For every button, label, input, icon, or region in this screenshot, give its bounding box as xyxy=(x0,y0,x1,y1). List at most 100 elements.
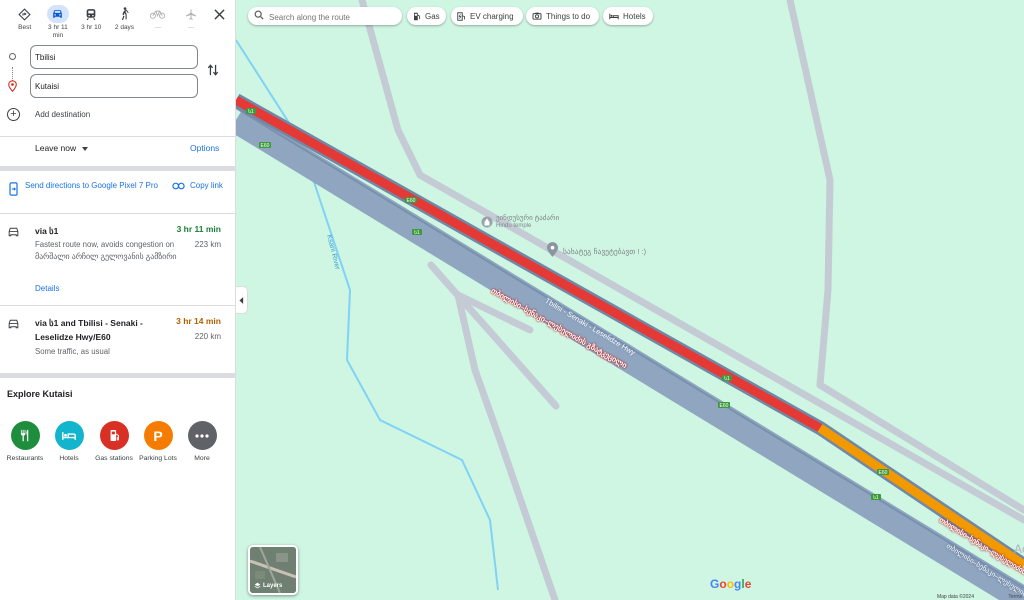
close-directions-button[interactable] xyxy=(210,8,228,23)
explore-title: Explore Kutaisi xyxy=(7,389,73,399)
svg-text:ს1: ს1 xyxy=(873,494,879,501)
chip-ev-charging[interactable]: EV charging xyxy=(451,7,523,25)
search-along-route[interactable] xyxy=(248,7,402,25)
mode-cycling[interactable]: — xyxy=(144,5,172,32)
restaurant-icon xyxy=(10,421,40,450)
chip-label: Gas xyxy=(425,11,440,21)
mode-flights[interactable]: — xyxy=(177,5,205,32)
chip-label: Hotels xyxy=(623,11,646,21)
route-duration: 3 hr 14 min xyxy=(176,316,221,326)
section-divider xyxy=(0,373,235,378)
leave-now-label: Leave now xyxy=(35,143,77,153)
explore-more-button[interactable]: More xyxy=(179,421,225,462)
poi-name: სახატეგ ჩავეტებავთ ! :) xyxy=(563,247,647,256)
options-button[interactable]: Options xyxy=(190,143,219,153)
highway-e60 xyxy=(236,108,1024,600)
collapse-panel-button[interactable] xyxy=(236,286,248,314)
origin-circle-icon xyxy=(9,53,16,60)
more-icon xyxy=(187,421,217,450)
svg-text:ს1: ს1 xyxy=(724,375,730,382)
svg-text:E60: E60 xyxy=(720,403,729,409)
train-icon xyxy=(80,5,102,23)
origin-row xyxy=(0,45,235,81)
chevron-left-icon xyxy=(239,296,244,304)
add-destination-label: Add destination xyxy=(35,110,91,119)
explore-label: Restaurants xyxy=(6,455,44,462)
car-icon xyxy=(8,319,19,329)
layers-icon xyxy=(254,582,261,589)
car-icon xyxy=(8,227,19,237)
gas-station-icon xyxy=(99,421,129,450)
explore-restaurants-button[interactable]: Restaurants xyxy=(2,421,48,462)
copy-link-button[interactable]: Copy link xyxy=(190,180,230,191)
send-to-phone-icon xyxy=(9,182,18,196)
explore-label: Gas stations xyxy=(95,455,133,462)
swap-locations-icon[interactable] xyxy=(207,63,219,77)
add-destination-button[interactable]: + Add destination xyxy=(0,106,235,124)
explore-label: Parking Lots xyxy=(139,455,177,462)
map-pin-icon xyxy=(547,242,558,257)
explore-label: More xyxy=(194,455,210,462)
mode-driving[interactable]: 3 hr 11 min xyxy=(44,5,72,40)
hotel-icon xyxy=(54,421,84,450)
map-layer: ს1 E60 E60 ს1 ს1 E60 E60 ს1 xyxy=(236,0,1024,600)
route-via: via ს1 xyxy=(35,226,59,236)
chip-label: Things to do xyxy=(546,11,591,21)
send-directions-section: Send directions to Google Pixel 7 Pro Co… xyxy=(0,176,235,212)
gas-station-icon xyxy=(413,12,421,21)
mode-transit-label: 3 hr 10 xyxy=(81,24,102,31)
chip-hotels[interactable]: Hotels xyxy=(603,7,653,25)
destination-pin-icon xyxy=(8,80,17,92)
chip-label: EV charging xyxy=(470,11,514,21)
map-data-attribution: Map data ©2024 xyxy=(936,594,974,600)
mode-cycling-label: — xyxy=(154,24,162,31)
bike-icon xyxy=(147,5,169,23)
mode-best[interactable]: Best xyxy=(11,5,39,32)
directions-panel: Best 3 hr 11 min 3 hr 10 2 days — — Tbil… xyxy=(0,0,236,600)
add-icon: + xyxy=(7,108,20,121)
temple-icon xyxy=(481,216,493,228)
chip-gas[interactable]: Gas xyxy=(407,7,446,25)
explore-gas-stations-button[interactable]: Gas stations xyxy=(91,421,137,462)
leave-now-dropdown[interactable]: Leave now xyxy=(35,143,89,153)
layers-label: Layers xyxy=(263,582,283,589)
diamond-directions-icon xyxy=(14,5,36,23)
origin-input[interactable] xyxy=(30,45,198,69)
map-canvas[interactable]: ს1 E60 E60 ს1 ს1 E60 E60 ს1 თბილისი–სენა… xyxy=(236,0,1024,600)
poi-name: ეინდუსური ტაძარი xyxy=(496,215,560,222)
ev-charging-icon xyxy=(457,11,466,21)
plane-icon xyxy=(180,5,202,23)
search-along-route-input[interactable] xyxy=(267,9,401,25)
local-roads xyxy=(358,0,1024,600)
divider xyxy=(0,213,235,214)
explore-hotels-button[interactable]: Hotels xyxy=(46,421,92,462)
route-details-link[interactable]: Details xyxy=(35,284,59,293)
chevron-down-icon xyxy=(82,146,89,151)
route-description: Some traffic, as usual xyxy=(35,347,110,356)
route-distance: 223 km xyxy=(194,240,221,249)
close-icon xyxy=(214,9,225,20)
route-description: Fastest route now, avoids congestion on … xyxy=(35,240,177,261)
svg-text:ს1: ს1 xyxy=(414,229,420,236)
divider xyxy=(0,136,235,137)
layers-button[interactable]: Layers xyxy=(248,545,298,595)
route-inputs xyxy=(0,45,235,103)
mode-flights-label: — xyxy=(187,24,195,31)
mode-transit[interactable]: 3 hr 10 xyxy=(77,5,105,32)
explore-label: Hotels xyxy=(59,455,79,462)
route-option-1[interactable]: via ს1 3 hr 11 min 223 km Fastest route … xyxy=(0,218,235,304)
mode-walking[interactable]: 2 days xyxy=(110,5,138,32)
chip-things-to-do[interactable]: Things to do xyxy=(526,7,599,25)
link-icon xyxy=(172,182,185,190)
send-directions-link[interactable]: Send directions to Google Pixel 7 Pro xyxy=(25,180,160,191)
mode-driving-label: 3 hr 11 min xyxy=(48,24,68,39)
camera-icon xyxy=(532,12,542,20)
divider xyxy=(0,305,235,306)
explore-parking-button[interactable]: P Parking Lots xyxy=(135,421,181,462)
terms-link[interactable]: Terms xyxy=(1008,594,1022,600)
svg-text:ს1: ს1 xyxy=(248,108,254,115)
svg-text:E60: E60 xyxy=(879,470,888,476)
parking-icon: P xyxy=(143,421,173,450)
route-option-2[interactable]: via ს1 and Tbilisi - Senaki - Leselidze … xyxy=(0,310,235,372)
destination-input[interactable] xyxy=(30,74,198,98)
